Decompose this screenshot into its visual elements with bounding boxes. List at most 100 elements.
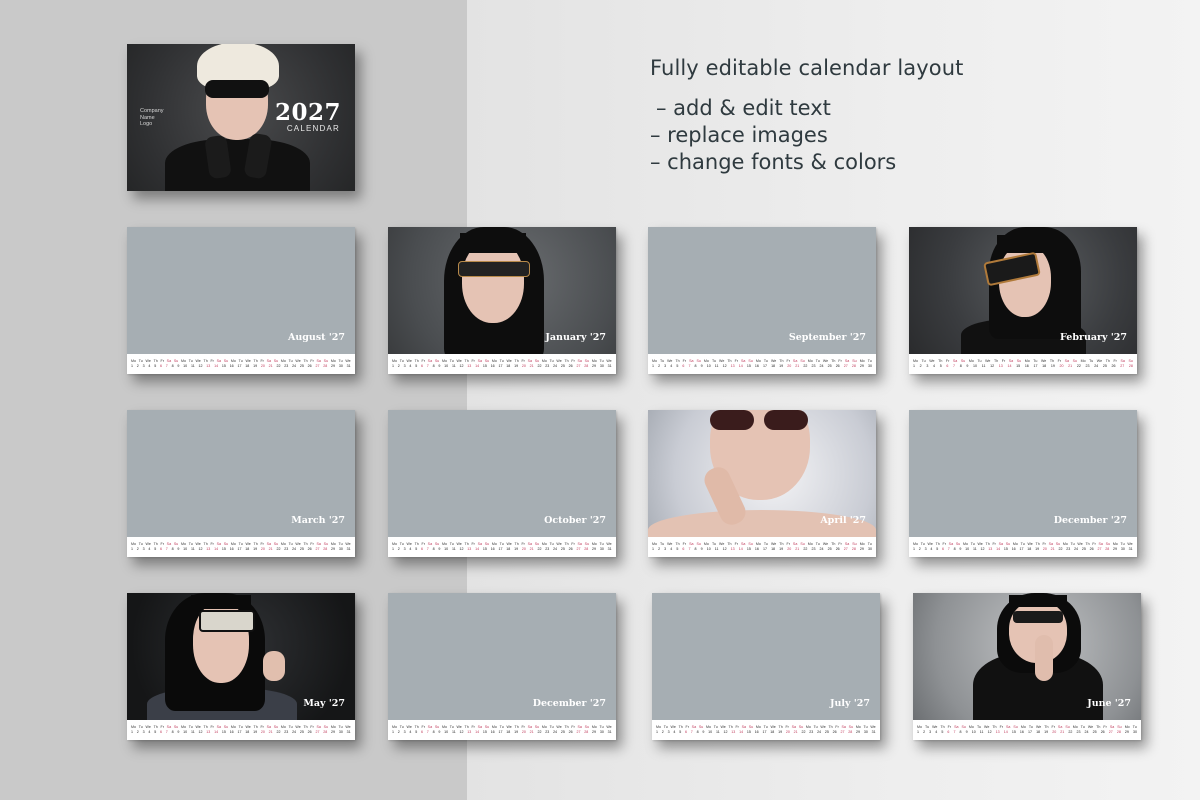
day-mark: 18: [506, 730, 511, 734]
month-page-december[interactable]: December '27 Mo Tu We Th Fr Sa Su Mo Tu We Th Fr Sa S…: [388, 593, 616, 740]
day-mark: 27: [843, 364, 848, 368]
day-mark: 9: [438, 547, 441, 551]
day-mark: 27: [576, 547, 581, 551]
day-mark: 7: [426, 547, 429, 551]
day-mark: 18: [1042, 364, 1047, 368]
day-mark: 19: [253, 547, 258, 551]
day-mark: 10: [706, 547, 711, 551]
month-label: March '27: [291, 515, 345, 526]
month-page-february[interactable]: February '27 Mo Tu We Th Fr Sa Su Mo Tu We Th Fr Sa S…: [909, 227, 1137, 374]
day-mark: 13: [730, 364, 735, 368]
day-mark: 25: [827, 364, 832, 368]
day-mark: 12: [459, 547, 464, 551]
day-mark: 25: [824, 730, 829, 734]
month-page-september[interactable]: September '27 Mo Tu We Th Fr Sa Su Mo Tu We Th Fr Sa…: [648, 227, 876, 374]
month-label: December '27: [532, 698, 606, 709]
model-photo[interactable]: January '27: [388, 227, 616, 354]
day-mark: 24: [817, 730, 822, 734]
day-mark: 9: [966, 364, 969, 368]
day-mark: 19: [514, 364, 519, 368]
day-mark: 3: [142, 547, 145, 551]
model-photo[interactable]: May '27: [127, 593, 355, 720]
day-mark: 4: [148, 730, 151, 734]
day-mark: 15: [221, 547, 226, 551]
day-mark: 19: [253, 730, 258, 734]
day-mark: 12: [723, 730, 728, 734]
day-mark: 8: [953, 547, 956, 551]
day-mark: 17: [1027, 730, 1032, 734]
day-mark: 4: [148, 547, 151, 551]
day-mark: 19: [1035, 547, 1040, 551]
feature-list: – add & edit text – replace images – cha…: [650, 95, 896, 176]
day-mark: 25: [1081, 547, 1086, 551]
day-mark: 27: [576, 364, 581, 368]
day-mark: 18: [245, 364, 250, 368]
day-mark: 18: [1027, 547, 1032, 551]
image-placeholder[interactable]: December '27: [909, 410, 1137, 537]
day-mark: 31: [346, 730, 351, 734]
calendar-cover[interactable]: Company Name Logo 2027 CALENDAR: [127, 44, 355, 191]
day-mark: 6: [159, 547, 162, 551]
image-placeholder[interactable]: July '27: [652, 593, 880, 720]
day-mark: 5: [415, 730, 418, 734]
image-placeholder[interactable]: August '27: [127, 227, 355, 354]
day-mark: 9: [959, 547, 962, 551]
day-mark: 2: [136, 730, 139, 734]
model-photo[interactable]: April '27: [648, 410, 876, 537]
day-mark: 8: [696, 730, 699, 734]
day-mark: 7: [953, 730, 956, 734]
day-mark: 22: [276, 547, 281, 551]
month-page-december[interactable]: December '27 Mo Tu We Th Fr Sa Su Mo Tu We Th Fr Sa S…: [909, 410, 1137, 557]
image-placeholder[interactable]: March '27: [127, 410, 355, 537]
day-mark: 26: [832, 730, 837, 734]
day-mark: 10: [183, 730, 188, 734]
month-page-october[interactable]: October '27 Mo Tu We Th Fr Sa Su Mo Tu We Th Fr Sa Su…: [388, 410, 616, 557]
day-mark: 28: [323, 730, 328, 734]
month-page-june[interactable]: June '27 Mo Tu We Th Fr Sa Su Mo Tu We Th Fr Sa Su Mo T…: [913, 593, 1141, 740]
month-page-january[interactable]: January '27 Mo Tu We Th Fr Sa Su Mo Tu We Th Fr Sa Su…: [388, 227, 616, 374]
day-mark: 13: [731, 730, 736, 734]
day-mark: 30: [599, 547, 604, 551]
day-mark: 23: [545, 364, 550, 368]
day-mark: 17: [762, 364, 767, 368]
day-mark: 6: [946, 364, 949, 368]
month-page-april[interactable]: April '27 Mo Tu We Th Fr Sa Su Mo Tu We Th Fr Sa Su Mo…: [648, 410, 876, 557]
day-mark: 17: [1019, 547, 1024, 551]
day-mark: 30: [1120, 547, 1125, 551]
day-mark: 6: [947, 730, 950, 734]
day-mark: 20: [1052, 730, 1057, 734]
day-mark: 27: [843, 547, 848, 551]
day-mark: 24: [553, 547, 558, 551]
image-placeholder[interactable]: September '27: [648, 227, 876, 354]
day-mark: 24: [1074, 547, 1079, 551]
image-placeholder[interactable]: December '27: [388, 593, 616, 720]
day-mark: 4: [933, 364, 936, 368]
model-photo[interactable]: February '27: [909, 227, 1137, 354]
company-logo-text: Company Name Logo: [140, 108, 164, 127]
day-mark: 26: [307, 730, 312, 734]
day-mark: 11: [190, 547, 195, 551]
day-mark: 24: [292, 364, 297, 368]
month-page-august[interactable]: August '27 Mo Tu We Th Fr Sa Su Mo Tu We Th Fr Sa Su M…: [127, 227, 355, 374]
month-page-july[interactable]: July '27 Mo Tu We Th Fr Sa Su Mo Tu We Th Fr Sa Su Mo T…: [652, 593, 880, 740]
month-page-may[interactable]: May '27 Mo Tu We Th Fr Sa Su Mo Tu We Th Fr Sa Su Mo Tu…: [127, 593, 355, 740]
day-mark: 3: [664, 547, 667, 551]
day-mark: 3: [667, 730, 670, 734]
day-mark: 1: [131, 547, 133, 551]
day-mark: 10: [971, 730, 976, 734]
day-mark: 20: [787, 547, 792, 551]
date-strip: Mo Tu We Th Fr Sa Su Mo Tu We Th Fr Sa Su Mo Tu We Th Fr Sa…: [648, 354, 876, 374]
date-strip: Mo Tu We Th Fr Sa Su Mo Tu We Th Fr Sa Su Mo Tu We Th Fr Sa…: [913, 720, 1141, 740]
day-mark: 20: [521, 730, 526, 734]
month-page-march[interactable]: March '27 Mo Tu We Th Fr Sa Su Mo Tu We Th Fr Sa Su Mo…: [127, 410, 355, 557]
day-mark: 16: [1024, 364, 1029, 368]
day-mark: 21: [268, 730, 273, 734]
image-placeholder[interactable]: October '27: [388, 410, 616, 537]
day-mark: 18: [770, 730, 775, 734]
day-mark: 13: [206, 547, 211, 551]
day-mark: 24: [553, 364, 558, 368]
day-mark: 1: [917, 730, 919, 734]
day-mark: 29: [859, 547, 864, 551]
day-mark: 25: [299, 364, 304, 368]
model-photo[interactable]: June '27: [913, 593, 1141, 720]
